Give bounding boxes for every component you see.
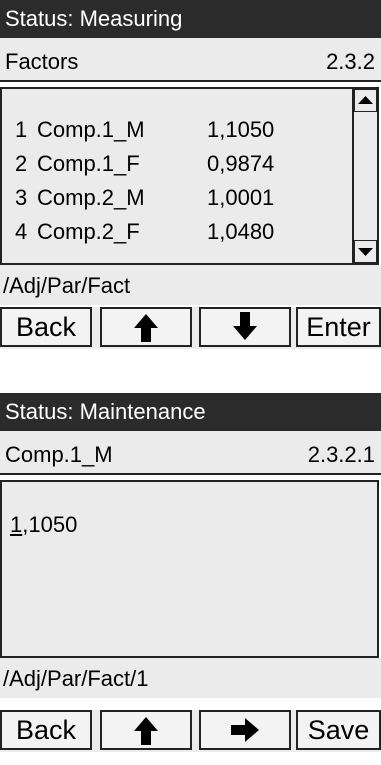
down-button[interactable] (199, 307, 291, 347)
row-value: 0,9874 (207, 151, 275, 176)
menu-title: Factors (5, 49, 79, 74)
softkey-bar: Back Enter (0, 307, 381, 349)
menu-number: 2.3.2 (326, 49, 375, 74)
value-input[interactable]: 1,1050 (10, 512, 77, 538)
back-button-label: Back (15, 715, 77, 745)
row-value: 1,1050 (207, 117, 275, 142)
back-button-label: Back (15, 312, 77, 342)
back-button[interactable]: Back (0, 710, 92, 750)
scrollbar[interactable] (352, 89, 377, 263)
softkey-bar: Back Save (0, 710, 381, 752)
status-text: Status: Maintenance (5, 399, 206, 424)
row-name: Comp.2_F (37, 219, 140, 244)
status-text: Status: Measuring (5, 6, 183, 31)
factors-list-panel: 1 Comp.1_M 1,1050 2 Comp.1_F 0,9874 3 Co… (0, 87, 379, 265)
row-name: Comp.1_M (37, 117, 145, 142)
list-item[interactable]: 2 Comp.1_F 0,9874 (15, 151, 345, 177)
arrow-down-icon (233, 312, 257, 340)
path-bar: /Adj/Par/Fact (0, 265, 381, 305)
path-bar: /Adj/Par/Fact/1 (0, 658, 381, 698)
menu-header: Comp.1_M 2.3.2.1 (0, 431, 381, 475)
menu-title: Comp.1_M (5, 442, 113, 467)
up-button[interactable] (100, 307, 192, 347)
row-index: 3 (15, 185, 28, 210)
arrow-up-icon (134, 717, 158, 745)
screen-measuring-factors: Status: Measuring Factors 2.3.2 1 Comp.1… (0, 0, 381, 370)
enter-button-label: Enter (306, 312, 371, 342)
row-index: 2 (15, 151, 28, 176)
list-item[interactable]: 1 Comp.1_M 1,1050 (15, 117, 345, 143)
list-item[interactable]: 3 Comp.2_M 1,0001 (15, 185, 345, 211)
cursor-digit: 1 (10, 512, 23, 537)
scroll-down-arrow-icon[interactable] (354, 240, 377, 263)
row-name: Comp.1_F (37, 151, 140, 176)
screen-maintenance-edit: Status: Maintenance Comp.1_M 2.3.2.1 1,1… (0, 393, 381, 765)
menu-path: /Adj/Par/Fact (3, 273, 131, 298)
list-item[interactable]: 4 Comp.2_F 1,0480 (15, 219, 345, 245)
scroll-up-arrow-icon[interactable] (354, 89, 377, 112)
row-value: 1,0480 (207, 219, 275, 244)
menu-path: /Adj/Par/Fact/1 (3, 666, 149, 691)
value-rest: ,1050 (22, 512, 78, 537)
up-button[interactable] (100, 710, 192, 750)
status-bar: Status: Measuring (0, 0, 381, 38)
back-button[interactable]: Back (0, 307, 92, 347)
row-name: Comp.2_M (37, 185, 145, 210)
enter-button[interactable]: Enter (296, 307, 381, 347)
row-index: 4 (15, 219, 28, 244)
status-bar: Status: Maintenance (0, 393, 381, 431)
row-index: 1 (15, 117, 28, 142)
menu-number: 2.3.2.1 (307, 442, 375, 467)
arrow-right-icon (231, 718, 259, 742)
menu-header: Factors 2.3.2 (0, 38, 381, 82)
value-edit-panel: 1,1050 (0, 480, 379, 658)
arrow-up-icon (134, 314, 158, 342)
save-button[interactable]: Save (296, 710, 381, 750)
row-value: 1,0001 (207, 185, 275, 210)
save-button-label: Save (307, 715, 370, 745)
right-button[interactable] (199, 710, 291, 750)
